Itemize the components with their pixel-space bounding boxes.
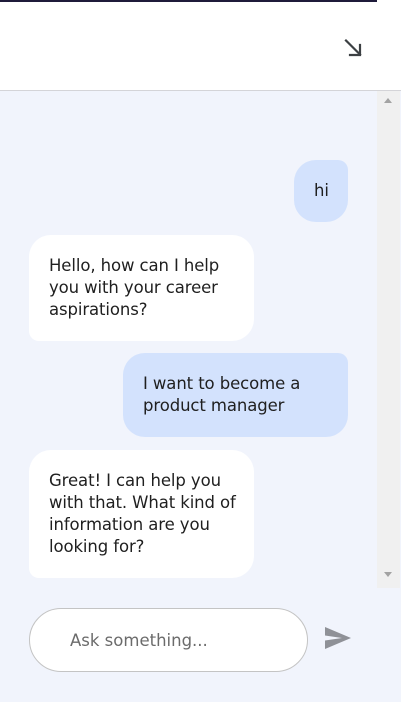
scroll-down-arrow-icon[interactable] xyxy=(384,572,392,577)
minimize-button[interactable] xyxy=(339,34,367,62)
message-text: Great! I can help you with that. What ki… xyxy=(49,471,236,556)
message-text: hi xyxy=(314,181,329,200)
message-list: hi Hello, how can I help you with your c… xyxy=(0,91,377,587)
message-input-container[interactable] xyxy=(29,608,308,672)
chat-header xyxy=(0,2,401,91)
chat-widget: hi Hello, how can I help you with your c… xyxy=(0,0,401,702)
user-message: hi xyxy=(294,160,348,222)
bot-message: Hello, how can I help you with your care… xyxy=(29,235,254,341)
message-text: Hello, how can I help you with your care… xyxy=(49,256,220,319)
arrow-down-right-icon xyxy=(344,38,362,57)
send-button[interactable] xyxy=(323,623,353,653)
scroll-up-arrow-icon[interactable] xyxy=(384,98,392,103)
scrollbar[interactable] xyxy=(377,91,400,588)
bot-message: Great! I can help you with that. What ki… xyxy=(29,450,254,578)
message-text: I want to become a product manager xyxy=(143,374,301,415)
chat-area: hi Hello, how can I help you with your c… xyxy=(0,91,401,702)
message-input[interactable] xyxy=(70,609,290,671)
send-icon xyxy=(325,627,351,649)
user-message: I want to become a product manager xyxy=(123,353,348,437)
